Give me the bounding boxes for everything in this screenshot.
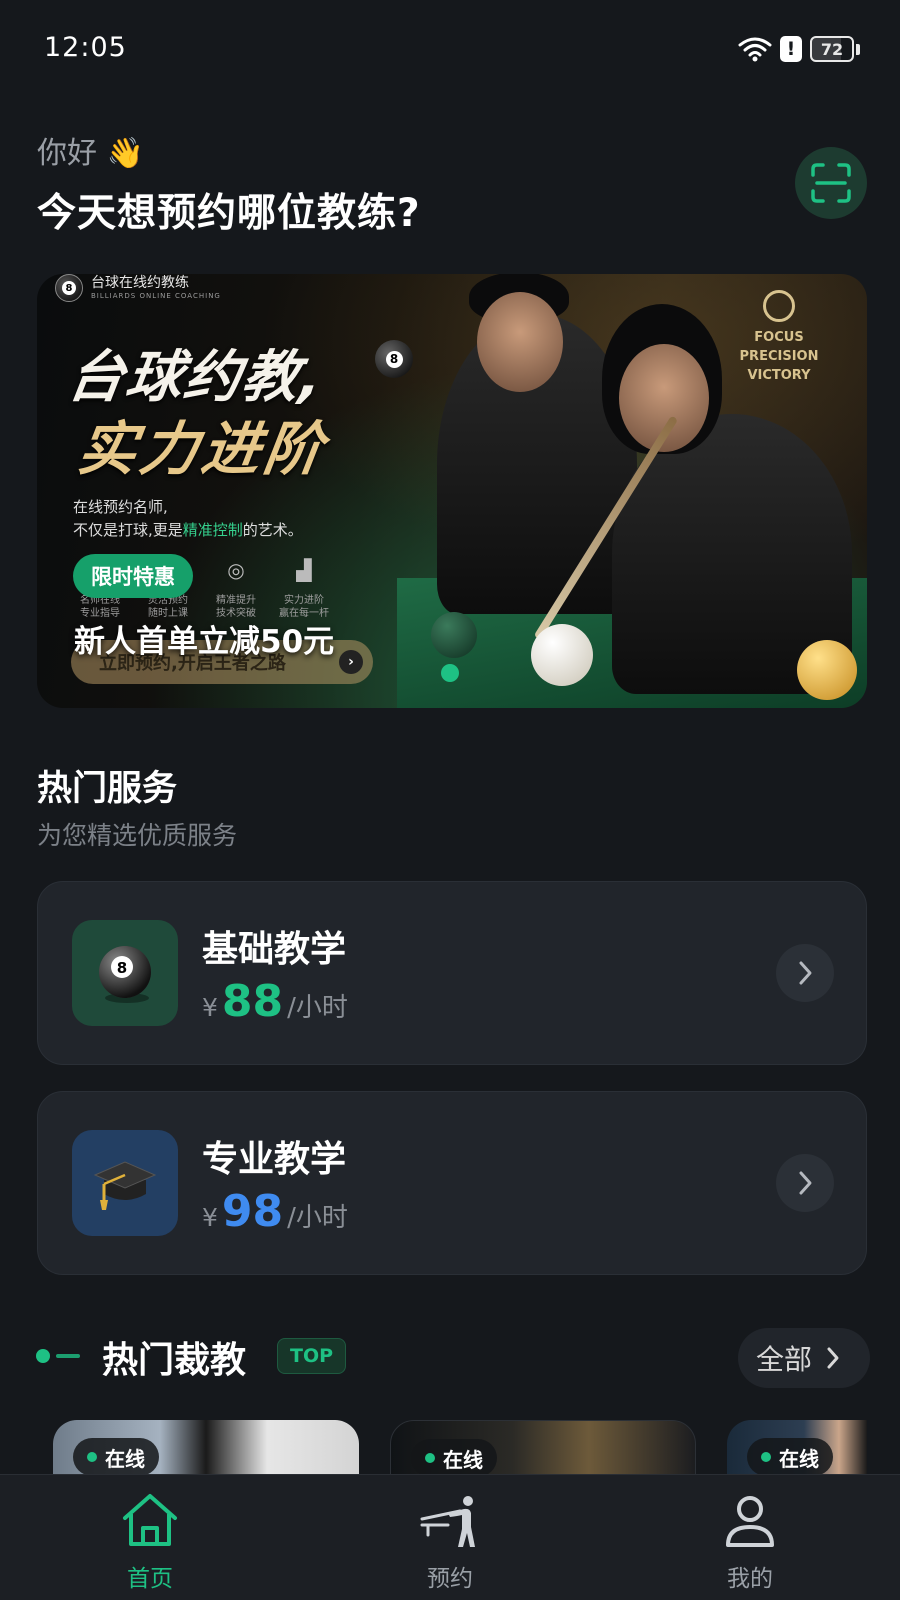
page-headline: 今天想预约哪位教练?: [37, 191, 421, 236]
banner-cue-ball: [531, 624, 593, 686]
battery-icon: 72: [810, 36, 860, 62]
coaches-header: 热门裁教 TOP 全部: [30, 1328, 870, 1388]
svg-text:8: 8: [117, 959, 127, 977]
chevron-right-icon: [799, 1171, 812, 1195]
bottom-tab-bar: 首页 预约 我的: [0, 1474, 900, 1600]
section-deco-icon: [36, 1349, 80, 1363]
tab-booking[interactable]: 预约: [390, 1489, 510, 1593]
promo-banner[interactable]: FOCUS PRECISION VICTORY 8 台球在线约教练 BILLIA…: [37, 274, 867, 708]
banner-description: 在线预约名师, 不仅是打球,更是精准控制的艺术。: [73, 498, 303, 539]
billiard-8-ball-icon: 8: [99, 946, 151, 1003]
wifi-icon: [738, 37, 772, 62]
price-value: 98: [221, 1186, 284, 1237]
service-name: 基础教学: [202, 929, 347, 970]
scan-icon: [811, 163, 851, 203]
scan-button[interactable]: [795, 147, 867, 219]
services-subtitle: 为您精选优质服务: [37, 821, 238, 850]
billiard-8-ball-icon: 8: [375, 340, 413, 378]
coach-card[interactable]: 在线: [53, 1420, 359, 1480]
carousel-indicator[interactable]: [441, 664, 459, 682]
tab-label: 预约: [427, 1566, 473, 1592]
online-status-badge: 在线: [411, 1439, 497, 1477]
service-icon-box: 8: [72, 920, 178, 1026]
limited-offer-badge: 限时特惠: [73, 554, 193, 598]
greeting-text: 你好 👋: [37, 136, 144, 171]
chevron-right-icon: [799, 961, 812, 985]
status-bar: 12:05 ! 72: [0, 0, 900, 96]
banner-promo-text: 新人首单立减50元: [74, 624, 335, 660]
tab-profile[interactable]: 我的: [690, 1489, 810, 1593]
banner-yellow-ball: [797, 640, 857, 700]
online-status-badge: 在线: [73, 1438, 159, 1476]
price-value: 88: [221, 976, 284, 1027]
coaches-title: 热门裁教: [102, 1340, 247, 1381]
service-card-pro[interactable]: 专业教学 ¥ 98 /小时: [37, 1091, 867, 1275]
service-price: ¥ 88 /小时: [202, 976, 348, 1027]
banner-coach-head: [477, 292, 563, 392]
view-all-button[interactable]: 全部: [738, 1328, 870, 1388]
service-name: 专业教学: [202, 1139, 347, 1180]
alert-icon: !: [780, 36, 802, 62]
target-icon: ◎: [227, 558, 245, 582]
chevron-right-icon: [827, 1347, 839, 1369]
service-price: ¥ 98 /小时: [202, 1186, 348, 1237]
banner-8-ball: [431, 612, 477, 658]
battery-level: 72: [810, 36, 854, 62]
coach-card[interactable]: 在线: [390, 1420, 696, 1480]
home-icon: [123, 1494, 177, 1546]
banner-feature: ▟ 实力进阶 赢在每一杆: [279, 558, 329, 619]
coach-card[interactable]: 在线: [727, 1420, 867, 1480]
service-detail-button[interactable]: [776, 944, 834, 1002]
user-icon: [726, 1496, 774, 1547]
banner-title-line1: 台球约教,: [63, 345, 329, 410]
chevron-right-icon: ›: [339, 650, 363, 674]
status-time: 12:05: [44, 32, 127, 63]
service-detail-button[interactable]: [776, 1154, 834, 1212]
services-title: 热门服务: [37, 769, 178, 809]
tab-label: 首页: [127, 1566, 173, 1592]
status-icons: ! 72: [738, 36, 860, 62]
service-icon-box: [72, 1130, 178, 1236]
service-card-basic[interactable]: 8 基础教学 ¥ 88 /小时: [37, 881, 867, 1065]
top-badge: TOP: [277, 1338, 347, 1374]
tab-label: 我的: [727, 1566, 773, 1592]
banner-feature: ◎ 精准提升 技术突破: [209, 558, 263, 620]
billiard-ball-logo-icon: 8: [55, 274, 83, 302]
tab-home[interactable]: 首页: [90, 1489, 210, 1593]
graduation-cap-icon: [93, 1161, 157, 1210]
banner-brand-emblem: FOCUS PRECISION VICTORY: [729, 290, 829, 385]
chart-icon: ▟: [296, 558, 312, 582]
banner-logo: 8 台球在线约教练 BILLIARDS ONLINE COACHING: [55, 274, 221, 302]
online-status-badge: 在线: [747, 1438, 833, 1476]
billiards-player-icon: [420, 1496, 475, 1547]
banner-title-line2: 实力进阶: [73, 415, 332, 483]
